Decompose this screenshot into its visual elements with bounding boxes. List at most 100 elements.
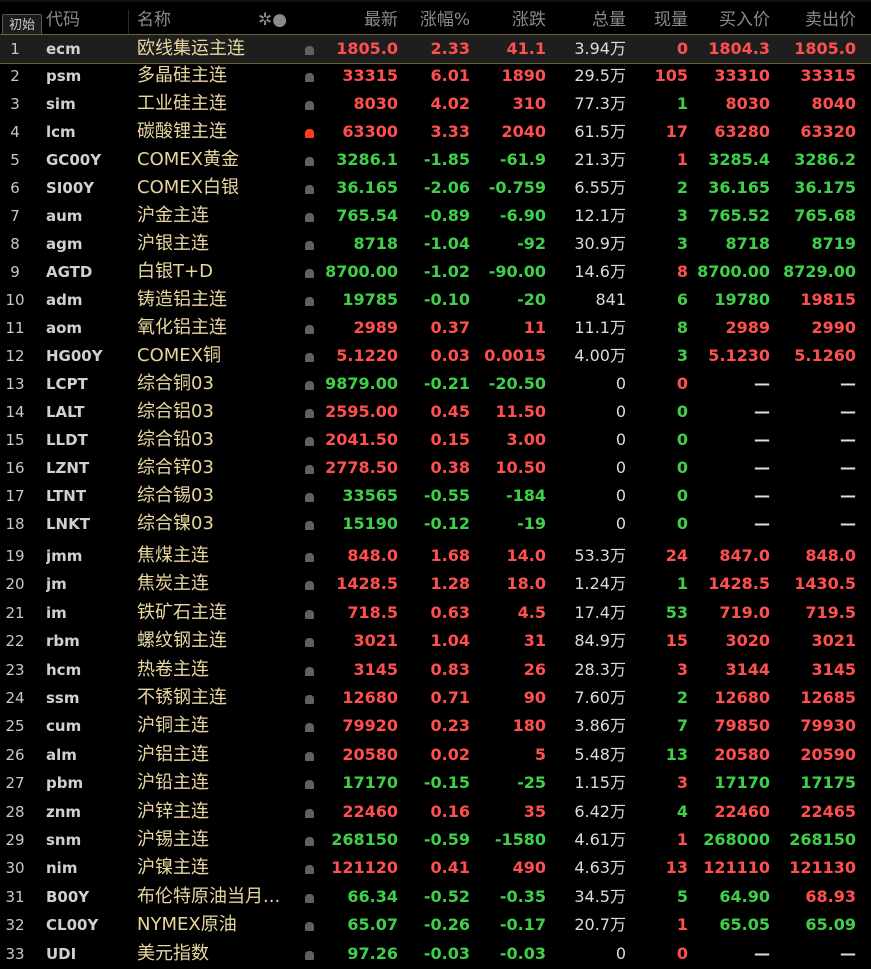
alert-bell-icon[interactable] <box>300 370 318 398</box>
header-bid[interactable]: 买入价 <box>688 6 770 34</box>
table-row[interactable]: 30 nim 沪镍主连 121120 0.41 490 4.63万 13 121110 12113… <box>0 854 871 882</box>
table-row[interactable]: 11 aom 氧化铝主连 2989 0.37 11 11.1万 8 2989 2990 <box>0 314 871 342</box>
alert-bell-icon[interactable] <box>300 627 318 655</box>
row-change-pct: 0.45 <box>430 402 470 421</box>
table-row[interactable]: 22 rbm 螺纹钢主连 3021 1.04 31 84.9万 15 3020 3021 <box>0 627 871 655</box>
table-row[interactable]: 15 LLDT 综合铅03 2041.50 0.15 3.00 0 0 — — <box>0 426 871 454</box>
table-row[interactable]: 1 ecm 欧线集运主连 1805.0 2.33 41.1 3.94万 0 1804.3 1805… <box>0 34 871 64</box>
header-last[interactable]: 最新 <box>318 6 398 34</box>
alert-bell-icon[interactable] <box>300 454 318 482</box>
header-divider <box>128 10 129 36</box>
table-row[interactable]: 18 LNKT 综合镍03 15190 -0.12 -19 0 0 — — <box>0 510 871 538</box>
table-row[interactable]: 16 LZNT 综合锌03 2778.50 0.38 10.50 0 0 — — <box>0 454 871 482</box>
row-index: 9 <box>10 263 20 281</box>
table-row[interactable]: 4 lcm 碳酸锂主连 63300 3.33 2040 61.5万 17 63280 63320 <box>0 118 871 146</box>
table-row[interactable]: 20 jm 焦炭主连 1428.5 1.28 18.0 1.24万 1 1428.5 1430.5 <box>0 570 871 598</box>
alert-bell-icon[interactable] <box>300 599 318 627</box>
alert-bell-icon[interactable] <box>300 35 318 63</box>
table-row[interactable]: 28 znm 沪锌主连 22460 0.16 35 6.42万 4 22460 22465 <box>0 798 871 826</box>
row-change-pct: -0.55 <box>423 486 470 505</box>
row-index: 4 <box>10 123 20 141</box>
table-row[interactable]: 17 LTNT 综合锡03 33565 -0.55 -184 0 0 — — <box>0 482 871 510</box>
row-bid: 2989 <box>725 318 770 337</box>
table-row[interactable]: 23 hcm 热卷主连 3145 0.83 26 28.3万 3 3144 3145 <box>0 656 871 684</box>
row-change: -1580 <box>494 830 546 849</box>
column-settings-icon[interactable]: ✲● <box>258 6 298 34</box>
alert-bell-icon[interactable] <box>300 656 318 684</box>
table-row[interactable]: 31 B00Y 布伦特原油当月... 66.34 -0.52 -0.35 34.5万 5 64.… <box>0 883 871 911</box>
alert-bell-icon[interactable] <box>300 542 318 570</box>
alert-bell-icon[interactable] <box>300 798 318 826</box>
alert-bell-icon[interactable] <box>300 769 318 797</box>
alert-bell-icon[interactable] <box>300 202 318 230</box>
header-code[interactable]: 代码 <box>46 6 132 34</box>
header-chg[interactable]: 涨跌 <box>470 6 546 34</box>
table-row[interactable]: 8 agm 沪银主连 8718 -1.04 -92 30.9万 3 8718 8719 <box>0 230 871 258</box>
alert-bell-icon[interactable] <box>300 570 318 598</box>
alert-bell-icon[interactable] <box>300 482 318 510</box>
alert-bell-icon[interactable] <box>300 911 318 939</box>
header-vol[interactable]: 总量 <box>546 6 626 34</box>
alert-bell-icon[interactable] <box>300 146 318 174</box>
table-row[interactable]: 27 pbm 沪铅主连 17170 -0.15 -25 1.15万 3 17170 17175 <box>0 769 871 797</box>
row-change: -0.759 <box>488 178 546 197</box>
row-volume: 61.5万 <box>574 122 626 141</box>
alert-bell-icon[interactable] <box>300 712 318 740</box>
alert-bell-icon[interactable] <box>300 62 318 90</box>
row-ask: 17175 <box>800 773 856 793</box>
alert-bell-icon[interactable] <box>300 90 318 118</box>
row-current-qty: 3 <box>676 659 688 679</box>
alert-bell-icon[interactable] <box>300 426 318 454</box>
row-ask: 12685 <box>800 688 856 707</box>
row-index: 10 <box>5 291 25 309</box>
row-change: -184 <box>505 486 546 505</box>
alert-bell-icon[interactable] <box>300 314 318 342</box>
table-row[interactable]: 7 aum 沪金主连 765.54 -0.89 -6.90 12.1万 3 765.52 765.… <box>0 202 871 230</box>
row-current-qty: 3 <box>676 346 688 365</box>
alert-bell-icon[interactable] <box>300 230 318 258</box>
table-row[interactable]: 32 CL00Y NYMEX原油 65.07 -0.26 -0.17 20.7万 1 65.05… <box>0 911 871 939</box>
row-ask: 719.5 <box>805 602 856 622</box>
table-row[interactable]: 25 cum 沪铜主连 79920 0.23 180 3.86万 7 79850 79930 <box>0 712 871 740</box>
table-row[interactable]: 2 psm 多晶硅主连 33315 6.01 1890 29.5万 105 33310 33315 <box>0 62 871 90</box>
alert-bell-icon[interactable] <box>300 286 318 314</box>
table-row[interactable]: 33 UDI 美元指数 97.26 -0.03 -0.03 0 0 — — <box>0 940 871 968</box>
header-pct[interactable]: 涨幅% <box>398 6 470 34</box>
table-row[interactable]: 14 LALT 综合铝03 2595.00 0.45 11.50 0 0 — — <box>0 398 871 426</box>
alert-bell-icon[interactable] <box>300 118 318 146</box>
alert-bell-icon[interactable] <box>300 826 318 854</box>
table-row[interactable]: 5 GC00Y COMEX黄金 3286.1 -1.85 -61.9 21.3万 1 3285.… <box>0 146 871 174</box>
alert-bell-icon[interactable] <box>300 342 318 370</box>
alert-bell-icon[interactable] <box>300 854 318 882</box>
table-row[interactable]: 24 ssm 不锈钢主连 12680 0.71 90 7.60万 2 12680 12685 <box>0 684 871 712</box>
row-last-price: 36.165 <box>336 178 398 197</box>
row-change: 11.50 <box>495 402 546 421</box>
alert-bell-icon[interactable] <box>300 174 318 202</box>
row-last-price: 3286.1 <box>336 150 398 169</box>
row-change: 26 <box>523 659 546 679</box>
table-row[interactable]: 10 adm 铸造铝主连 19785 -0.10 -20 841 6 19780 19815 <box>0 286 871 314</box>
table-row[interactable]: 13 LCPT 综合铜03 9879.00 -0.21 -20.50 0 0 — — <box>0 370 871 398</box>
table-row[interactable]: 3 sim 工业硅主连 8030 4.02 310 77.3万 1 8030 8040 <box>0 90 871 118</box>
table-row[interactable]: 12 HG00Y COMEX铜 5.1220 0.03 0.0015 4.00万 3 5.123… <box>0 342 871 370</box>
alert-bell-icon[interactable] <box>300 398 318 426</box>
header-qty[interactable]: 现量 <box>626 6 688 34</box>
table-row[interactable]: 21 im 铁矿石主连 718.5 0.63 4.5 17.4万 53 719.0 719.5 <box>0 599 871 627</box>
bell-icon <box>304 297 314 306</box>
row-index: 20 <box>5 575 25 594</box>
alert-bell-icon[interactable] <box>300 883 318 911</box>
alert-bell-icon[interactable] <box>300 258 318 286</box>
alert-bell-icon[interactable] <box>300 684 318 712</box>
row-current-qty: 0 <box>676 486 688 505</box>
alert-bell-icon[interactable] <box>300 940 318 968</box>
row-bid: 17170 <box>714 773 770 793</box>
table-row[interactable]: 19 jmm 焦煤主连 848.0 1.68 14.0 53.3万 24 847.0 848.0 <box>0 542 871 570</box>
alert-bell-icon[interactable] <box>300 741 318 769</box>
table-row[interactable]: 26 alm 沪铝主连 20580 0.02 5 5.48万 13 20580 20590 <box>0 741 871 769</box>
alert-bell-icon[interactable] <box>300 510 318 538</box>
table-row[interactable]: 6 SI00Y COMEX白银 36.165 -2.06 -0.759 6.55万 2 36.1… <box>0 174 871 202</box>
row-volume: 3.94万 <box>574 39 626 58</box>
table-row[interactable]: 9 AGTD 白银T+D 8700.00 -1.02 -90.00 14.6万 8 8700.0… <box>0 258 871 286</box>
header-ask[interactable]: 卖出价 <box>770 6 856 34</box>
table-row[interactable]: 29 snm 沪锡主连 268150 -0.59 -1580 4.61万 1 268000 268… <box>0 826 871 854</box>
